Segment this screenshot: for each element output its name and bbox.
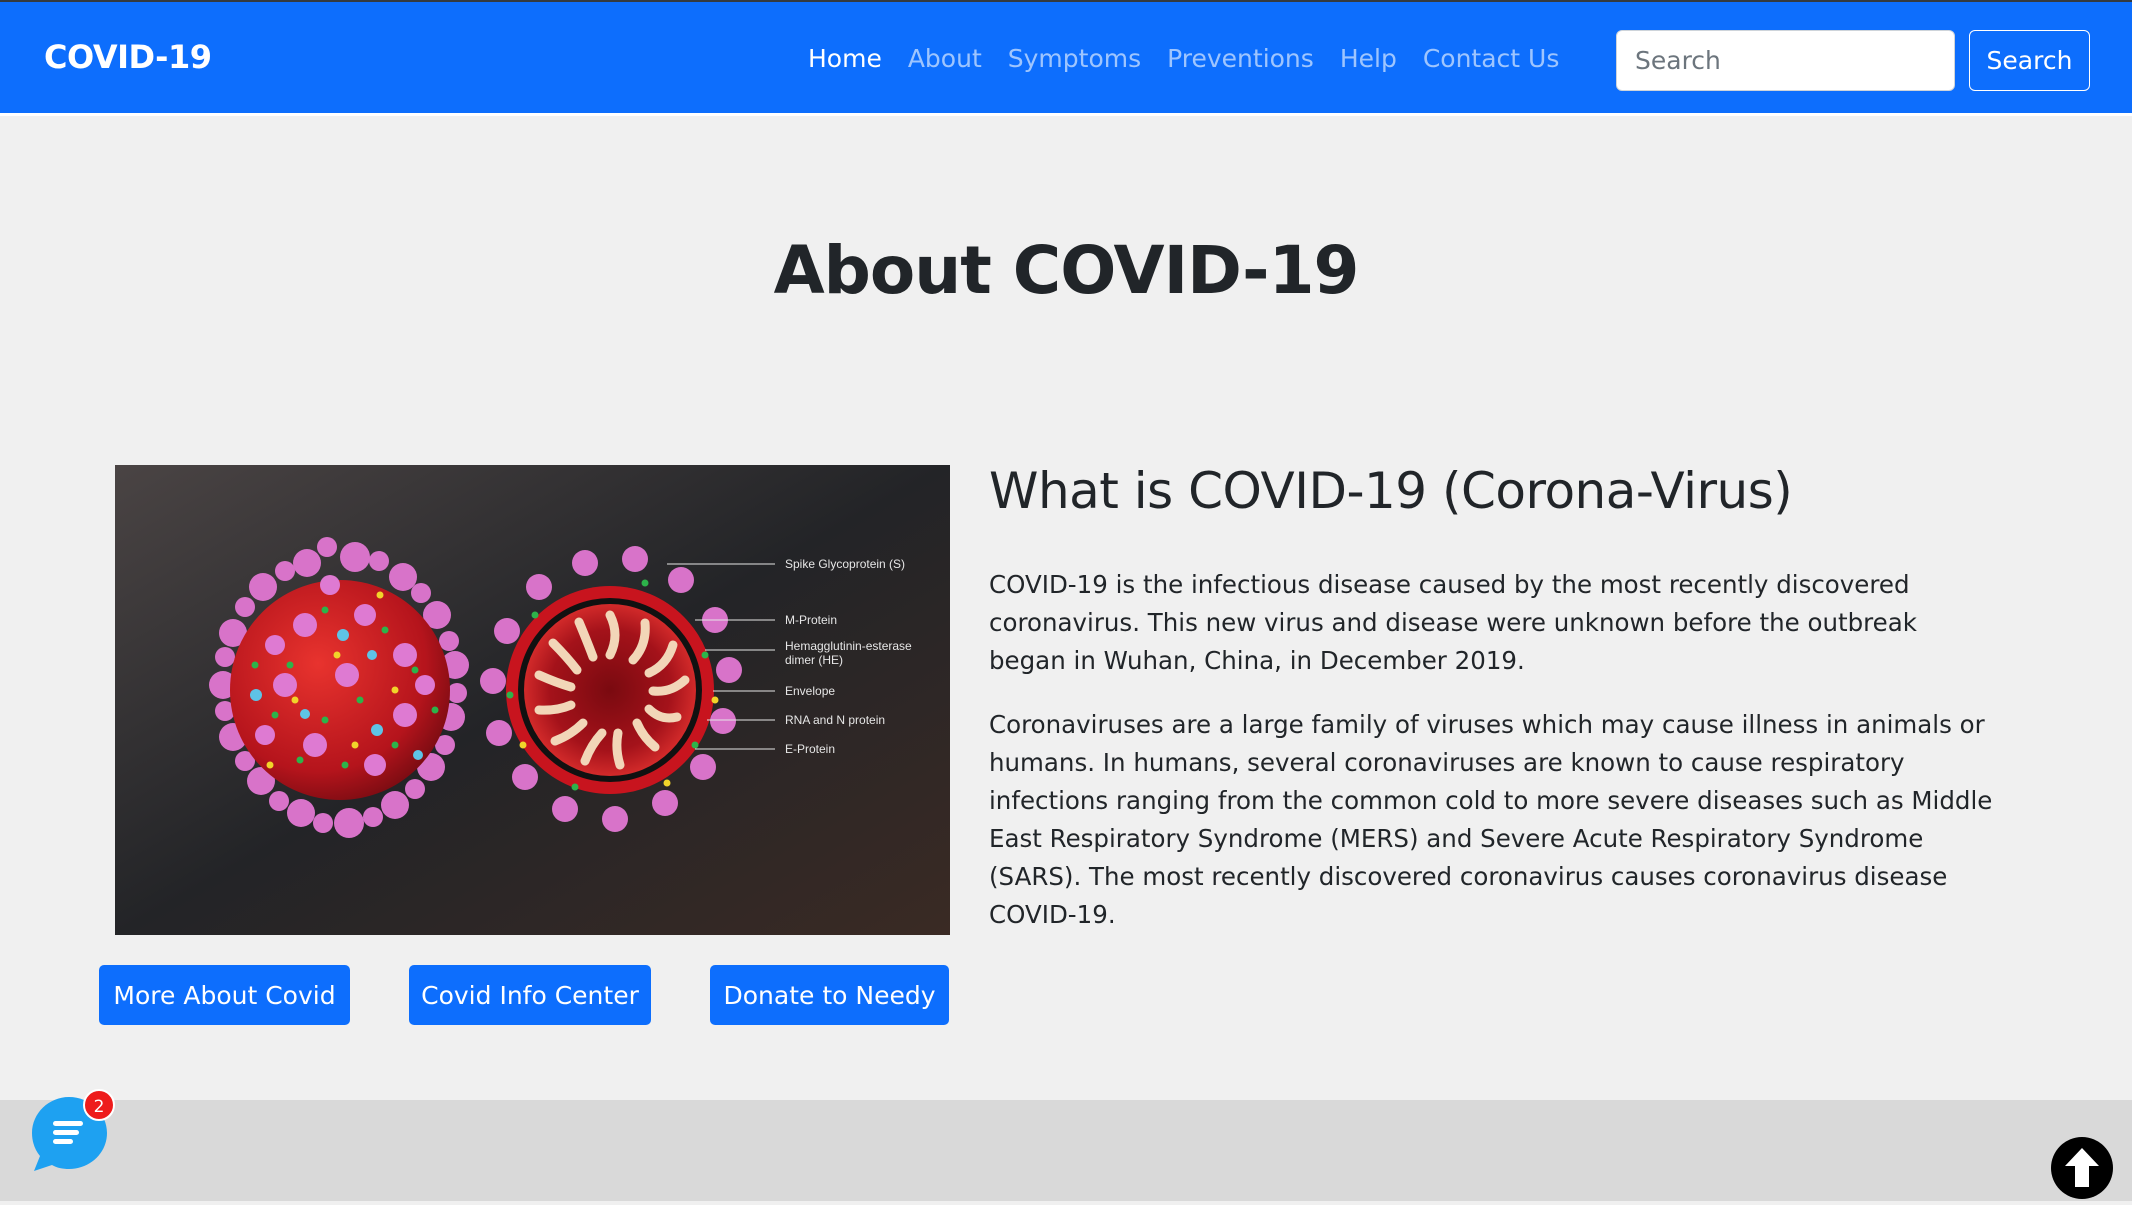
search-input[interactable] xyxy=(1616,30,1955,91)
navbar: COVID-19 Home About Symptoms Preventions… xyxy=(0,0,2132,116)
label-m-protein: M-Protein xyxy=(785,613,837,627)
search-button[interactable]: Search xyxy=(1969,30,2090,91)
notification-badge: 2 xyxy=(83,1089,115,1121)
coronavirus-illustration: Spike Glycoprotein (S) M-Protein Hemaggl… xyxy=(115,465,950,935)
nav-link-home[interactable]: Home xyxy=(808,44,882,73)
arrow-up-circle-icon[interactable] xyxy=(2049,1135,2115,1201)
page-title: About COVID-19 xyxy=(773,232,1360,309)
nav-link-contact[interactable]: Contact Us xyxy=(1423,44,1560,73)
paragraph-intro: COVID-19 is the infectious disease cause… xyxy=(989,570,1917,675)
brand-logo[interactable]: COVID-19 xyxy=(44,38,212,76)
nav-links: Home About Symptoms Preventions Help Con… xyxy=(808,44,1559,73)
nav-link-help[interactable]: Help xyxy=(1340,44,1397,73)
nav-link-preventions[interactable]: Preventions xyxy=(1167,44,1314,73)
covid-info-center-button[interactable]: Covid Info Center xyxy=(409,965,651,1025)
label-hemagglutinin: Hemagglutinin-esterase xyxy=(785,639,912,653)
label-rna-n-protein: RNA and N protein xyxy=(785,713,885,727)
section-title: What is COVID-19 (Corona-Virus) xyxy=(989,462,1793,520)
paragraph-details: Coronaviruses are a large family of viru… xyxy=(989,710,1993,929)
nav-link-about[interactable]: About xyxy=(908,44,982,73)
more-about-covid-button[interactable]: More About Covid xyxy=(99,965,350,1025)
donate-to-needy-button[interactable]: Donate to Needy xyxy=(710,965,949,1025)
footer xyxy=(0,1100,2132,1201)
nav-link-symptoms[interactable]: Symptoms xyxy=(1008,44,1141,73)
label-e-protein: E-Protein xyxy=(785,742,835,756)
label-envelope: Envelope xyxy=(785,684,835,698)
label-dimer-he: dimer (HE) xyxy=(785,653,843,667)
label-spike-glycoprotein: Spike Glycoprotein (S) xyxy=(785,557,905,571)
